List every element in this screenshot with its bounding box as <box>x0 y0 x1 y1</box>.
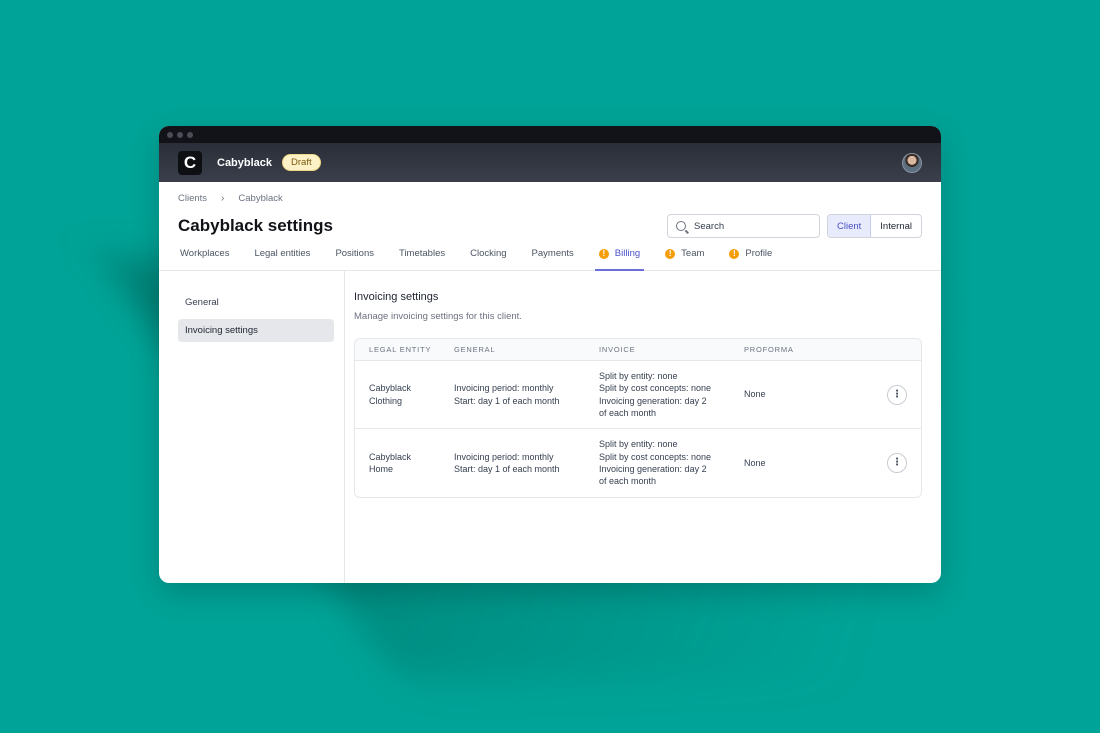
avatar[interactable] <box>902 153 922 173</box>
tab-legal-entities[interactable]: Legal entities <box>254 248 310 270</box>
app-logo[interactable]: C <box>178 150 202 175</box>
tab-payments[interactable]: Payments <box>532 248 574 270</box>
more-vertical-icon[interactable]: ⋮ <box>887 453 907 473</box>
tab-clocking[interactable]: Clocking <box>470 248 506 270</box>
warning-icon: ! <box>729 248 740 259</box>
page-body: General Invoicing settings Invoicing set… <box>159 271 941 583</box>
section-description: Manage invoicing settings for this clien… <box>354 311 522 322</box>
table-header: Legal entity General Invoice Proforma <box>355 339 921 361</box>
cell-invoice: Split by entity: none Split by cost conc… <box>599 439 712 487</box>
main-content: Invoicing settings Manage invoicing sett… <box>345 271 941 583</box>
window-dot-icon[interactable] <box>167 131 173 138</box>
cell-general: Invoicing period: monthly Start: day 1 o… <box>454 383 560 406</box>
tab-timetables[interactable]: Timetables <box>399 248 445 270</box>
tab-label: Workplaces <box>180 248 230 259</box>
breadcrumb-item-clients[interactable]: Clients <box>178 193 207 204</box>
app-bar: C Cabyblack Draft <box>159 143 941 182</box>
cell-invoice: Split by entity: none Split by cost conc… <box>599 370 712 418</box>
tab-label: Payments <box>531 248 574 259</box>
sidenav-item-invoicing-settings[interactable]: Invoicing settings <box>178 319 334 342</box>
invoicing-table: Legal entity General Invoice Proforma Ca… <box>354 338 922 498</box>
tab-label: Legal entities <box>254 248 311 259</box>
cell-general: Invoicing period: monthly Start: day 1 o… <box>454 451 560 474</box>
chevron-right-icon: › <box>221 193 225 204</box>
search-icon <box>676 221 686 231</box>
column-header-proforma: Proforma <box>744 345 794 354</box>
warning-icon: ! <box>598 248 609 259</box>
app-window: C Cabyblack Draft Clients › Cabyblack Ca… <box>159 126 941 583</box>
settings-sidenav: General Invoicing settings <box>159 271 345 583</box>
search-box[interactable] <box>667 214 820 238</box>
app-name: Cabyblack <box>217 156 273 169</box>
tab-billing[interactable]: ! Billing <box>594 248 645 271</box>
sidenav-item-general[interactable]: General <box>178 291 334 314</box>
warning-icon: ! <box>665 248 676 259</box>
tab-bar: Workplaces Legal entities Positions Time… <box>159 248 941 271</box>
toggle-client[interactable]: Client <box>828 215 872 237</box>
tab-label: Timetables <box>399 248 446 259</box>
tab-workplaces[interactable]: Workplaces <box>180 248 229 270</box>
breadcrumb: Clients › Cabyblack <box>178 193 922 204</box>
page-header: Clients › Cabyblack Cabyblack settings C… <box>159 182 941 238</box>
section-title: Invoicing settings <box>354 291 439 303</box>
view-toggle: Client Internal <box>827 214 922 238</box>
tab-team[interactable]: ! Team <box>665 248 704 270</box>
tab-positions[interactable]: Positions <box>335 248 374 270</box>
tab-profile[interactable]: ! Profile <box>729 248 772 270</box>
cell-proforma: None <box>744 389 766 400</box>
tab-label: Team <box>681 248 705 259</box>
status-badge: Draft <box>282 154 321 171</box>
window-dot-icon[interactable] <box>187 131 193 138</box>
table-row: Cabyblack Clothing Invoicing period: mon… <box>355 361 921 429</box>
cell-entity: Cabyblack Home <box>369 451 412 474</box>
breadcrumb-item-current: Cabyblack <box>238 193 283 204</box>
column-header-legal-entity: Legal entity <box>369 345 432 354</box>
tab-label: Billing <box>614 248 641 259</box>
window-chrome <box>159 126 941 143</box>
column-header-invoice: Invoice <box>599 345 636 354</box>
cell-entity: Cabyblack Clothing <box>369 383 412 406</box>
more-vertical-icon[interactable]: ⋮ <box>887 384 907 405</box>
tab-label: Clocking <box>470 248 507 259</box>
cell-proforma: None <box>744 457 766 468</box>
tab-label: Profile <box>745 248 773 259</box>
toggle-internal[interactable]: Internal <box>871 215 921 237</box>
table-row: Cabyblack Home Invoicing period: monthly… <box>355 429 921 497</box>
tab-label: Positions <box>335 248 374 259</box>
search-input[interactable] <box>694 220 804 232</box>
window-dot-icon[interactable] <box>177 131 183 138</box>
column-header-general: General <box>454 345 496 354</box>
